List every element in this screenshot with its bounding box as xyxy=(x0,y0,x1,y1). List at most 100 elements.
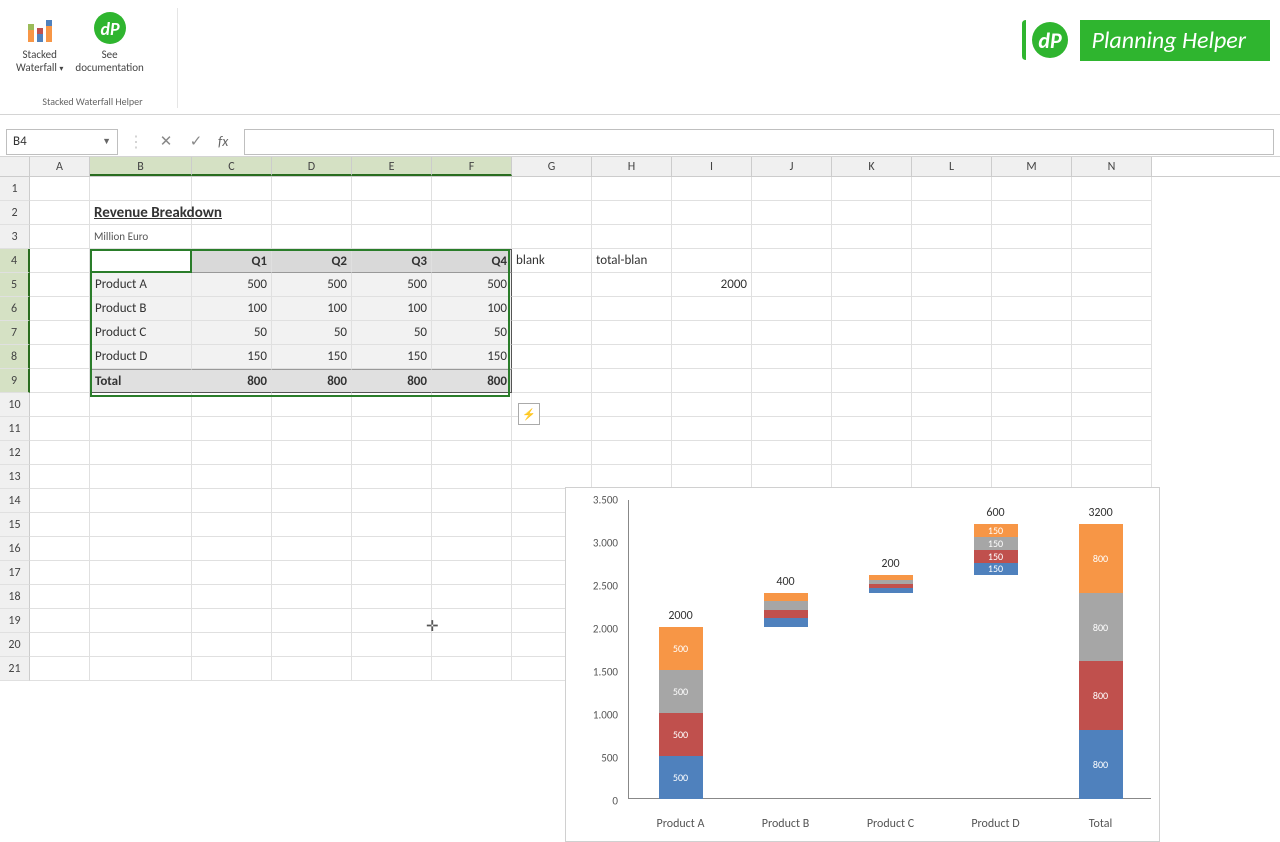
cell-M9[interactable] xyxy=(992,369,1072,393)
cell-D13[interactable] xyxy=(272,465,352,489)
fx-icon[interactable]: fx xyxy=(214,133,232,150)
cell-I9[interactable] xyxy=(672,369,752,393)
row-header-9[interactable]: 9 xyxy=(0,369,30,393)
quick-analysis-button[interactable]: ⚡ xyxy=(518,403,540,425)
cell-B17[interactable] xyxy=(90,561,192,585)
cell-J4[interactable] xyxy=(752,249,832,273)
cell-B6[interactable]: Product B xyxy=(90,297,192,321)
cell-I2[interactable] xyxy=(672,201,752,225)
cell-K9[interactable] xyxy=(832,369,912,393)
col-header-N[interactable]: N xyxy=(1072,157,1152,176)
cell-I4[interactable] xyxy=(672,249,752,273)
cell-D16[interactable] xyxy=(272,537,352,561)
cell-C9[interactable]: 800 xyxy=(192,369,272,393)
cell-C12[interactable] xyxy=(192,441,272,465)
cell-D10[interactable] xyxy=(272,393,352,417)
cell-G2[interactable] xyxy=(512,201,592,225)
cell-J3[interactable] xyxy=(752,225,832,249)
cell-K8[interactable] xyxy=(832,345,912,369)
cell-C5[interactable]: 500 xyxy=(192,273,272,297)
cell-G13[interactable] xyxy=(512,465,592,489)
cell-E15[interactable] xyxy=(352,513,432,537)
cell-D3[interactable] xyxy=(272,225,352,249)
cell-F9[interactable]: 800 xyxy=(432,369,512,393)
cell-B11[interactable] xyxy=(90,417,192,441)
cell-C15[interactable] xyxy=(192,513,272,537)
formula-input[interactable] xyxy=(244,129,1274,155)
cell-A12[interactable] xyxy=(30,441,90,465)
cell-C19[interactable] xyxy=(192,609,272,633)
cell-N2[interactable] xyxy=(1072,201,1152,225)
cell-E10[interactable] xyxy=(352,393,432,417)
cell-N12[interactable] xyxy=(1072,441,1152,465)
cell-F5[interactable]: 500 xyxy=(432,273,512,297)
cell-N11[interactable] xyxy=(1072,417,1152,441)
cell-M2[interactable] xyxy=(992,201,1072,225)
col-header-K[interactable]: K xyxy=(832,157,912,176)
cell-B7[interactable]: Product C xyxy=(90,321,192,345)
cell-L5[interactable] xyxy=(912,273,992,297)
cell-E18[interactable] xyxy=(352,585,432,609)
cell-E4[interactable]: Q3 xyxy=(352,249,432,273)
cell-I12[interactable] xyxy=(672,441,752,465)
name-box[interactable]: B4 ▼ xyxy=(6,129,118,155)
cell-D7[interactable]: 50 xyxy=(272,321,352,345)
cell-I1[interactable] xyxy=(672,177,752,201)
col-header-I[interactable]: I xyxy=(672,157,752,176)
cell-B5[interactable]: Product A xyxy=(90,273,192,297)
cell-H6[interactable] xyxy=(592,297,672,321)
cell-E3[interactable] xyxy=(352,225,432,249)
cell-M5[interactable] xyxy=(992,273,1072,297)
cell-B21[interactable] xyxy=(90,657,192,681)
cell-C17[interactable] xyxy=(192,561,272,585)
cell-L11[interactable] xyxy=(912,417,992,441)
cell-C2[interactable] xyxy=(192,201,272,225)
cell-K13[interactable] xyxy=(832,465,912,489)
row-header-8[interactable]: 8 xyxy=(0,345,30,369)
embedded-chart[interactable]: 5005005005002000400200150150150150600800… xyxy=(565,487,1160,842)
cell-J13[interactable] xyxy=(752,465,832,489)
cell-C11[interactable] xyxy=(192,417,272,441)
cell-J8[interactable] xyxy=(752,345,832,369)
row-header-3[interactable]: 3 xyxy=(0,225,30,249)
cell-C10[interactable] xyxy=(192,393,272,417)
cell-B4[interactable] xyxy=(90,249,192,273)
cell-A11[interactable] xyxy=(30,417,90,441)
cell-M4[interactable] xyxy=(992,249,1072,273)
cell-E9[interactable]: 800 xyxy=(352,369,432,393)
row-header-2[interactable]: 2 xyxy=(0,201,30,225)
cell-C1[interactable] xyxy=(192,177,272,201)
cell-J6[interactable] xyxy=(752,297,832,321)
cell-I13[interactable] xyxy=(672,465,752,489)
col-header-G[interactable]: G xyxy=(512,157,592,176)
cell-A20[interactable] xyxy=(30,633,90,657)
col-header-H[interactable]: H xyxy=(592,157,672,176)
col-header-D[interactable]: D xyxy=(272,157,352,176)
cell-H4[interactable]: total-blan xyxy=(592,249,672,273)
cell-A21[interactable] xyxy=(30,657,90,681)
cell-D12[interactable] xyxy=(272,441,352,465)
cell-K6[interactable] xyxy=(832,297,912,321)
cell-N4[interactable] xyxy=(1072,249,1152,273)
cell-C16[interactable] xyxy=(192,537,272,561)
cell-D15[interactable] xyxy=(272,513,352,537)
cell-G9[interactable] xyxy=(512,369,592,393)
cell-I3[interactable] xyxy=(672,225,752,249)
cell-A4[interactable] xyxy=(30,249,90,273)
cell-J2[interactable] xyxy=(752,201,832,225)
cell-E11[interactable] xyxy=(352,417,432,441)
cell-F13[interactable] xyxy=(432,465,512,489)
cell-L13[interactable] xyxy=(912,465,992,489)
cell-C7[interactable]: 50 xyxy=(192,321,272,345)
cell-L4[interactable] xyxy=(912,249,992,273)
cell-M6[interactable] xyxy=(992,297,1072,321)
cell-D18[interactable] xyxy=(272,585,352,609)
cell-I5[interactable]: 2000 xyxy=(672,273,752,297)
cell-M11[interactable] xyxy=(992,417,1072,441)
cell-B14[interactable] xyxy=(90,489,192,513)
cell-F4[interactable]: Q4 xyxy=(432,249,512,273)
cell-L6[interactable] xyxy=(912,297,992,321)
cell-B16[interactable] xyxy=(90,537,192,561)
cell-A5[interactable] xyxy=(30,273,90,297)
row-header-1[interactable]: 1 xyxy=(0,177,30,201)
